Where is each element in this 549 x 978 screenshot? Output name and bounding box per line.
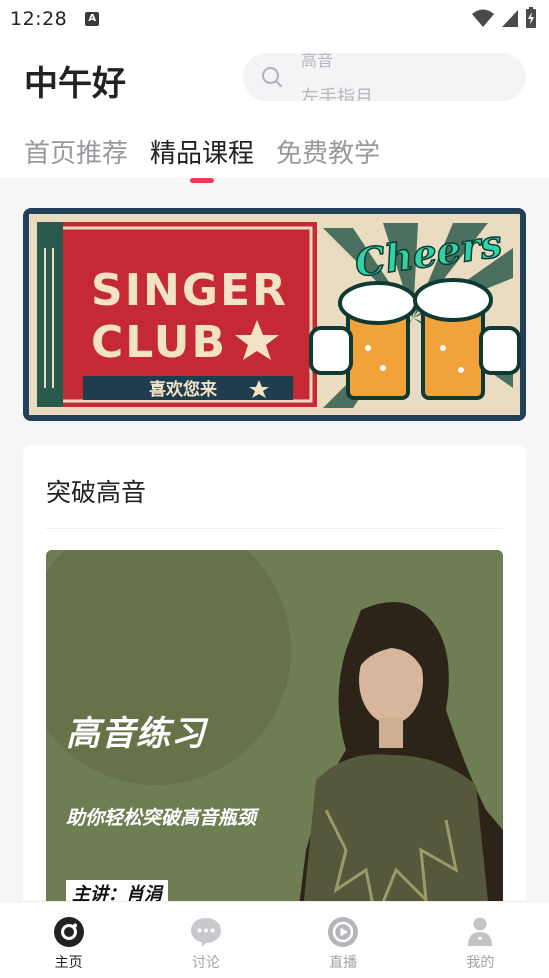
sim-card-icon: A [85, 12, 100, 26]
divider [46, 528, 503, 529]
greeting: 中午好 [24, 64, 126, 104]
course-subtitle: 助你轻松突破高音瓶颈 [66, 807, 257, 829]
section-title: 突破高音 [46, 478, 147, 507]
tab-label: 首页推荐 [24, 139, 129, 169]
promo-banner[interactable]: SINGER CLUB 喜欢您来 Cheers [23, 208, 526, 421]
search-icon [262, 67, 282, 87]
nav-home[interactable]: 主页 [0, 902, 137, 978]
chat-bubble-icon [190, 918, 221, 947]
wifi-icon [472, 9, 494, 27]
tab-premium-courses[interactable]: 精品课程 [150, 133, 255, 183]
banner-line1: SINGER [91, 265, 288, 316]
banner-line2: CLUB [91, 317, 227, 368]
status-bar: 12:28 A [0, 0, 549, 38]
play-circle-icon [328, 917, 359, 947]
search-hint: 左手指月 [301, 87, 373, 101]
bottom-nav: 主页 讨论 直播 我的 [0, 901, 549, 978]
active-tab-indicator [190, 178, 215, 183]
category-tabs: 首页推荐 精品课程 免费教学 [24, 133, 380, 183]
tab-recommended[interactable]: 首页推荐 [24, 133, 128, 170]
profile-icon [468, 917, 493, 946]
cell-signal-icon [502, 10, 518, 27]
search-hint-previous: 高音 [301, 53, 334, 70]
nav-live[interactable]: 直播 [275, 902, 412, 978]
search-bar[interactable]: 高音 左手指月 [243, 53, 526, 101]
banner-artwork: SINGER CLUB 喜欢您来 Cheers [23, 208, 526, 421]
status-time: 12:28 [10, 8, 68, 30]
course-title: 高音练习 [66, 714, 206, 754]
nav-label: 主页 [54, 955, 83, 971]
nav-profile[interactable]: 我的 [412, 902, 549, 978]
nav-label: 我的 [466, 955, 495, 971]
tab-label: 免费教学 [276, 139, 381, 169]
nav-discussion[interactable]: 讨论 [137, 902, 274, 978]
course-section-card: 突破高音 高音练习 助你轻松突破高音瓶颈 主讲：肖涓 [23, 445, 526, 915]
home-record-icon [53, 917, 84, 947]
tab-label: 精品课程 [150, 139, 255, 169]
header: 中午好 高音 左手指月 首页推荐 精品课程 免费教学 [0, 38, 549, 183]
nav-label: 直播 [329, 955, 358, 971]
nav-label: 讨论 [191, 955, 220, 971]
banner-caption: 喜欢您来 [149, 379, 218, 400]
course-cover[interactable]: 高音练习 助你轻松突破高音瓶颈 主讲：肖涓 [46, 550, 503, 915]
tab-free-teaching[interactable]: 免费教学 [276, 133, 380, 170]
battery-charging-icon [526, 7, 536, 28]
